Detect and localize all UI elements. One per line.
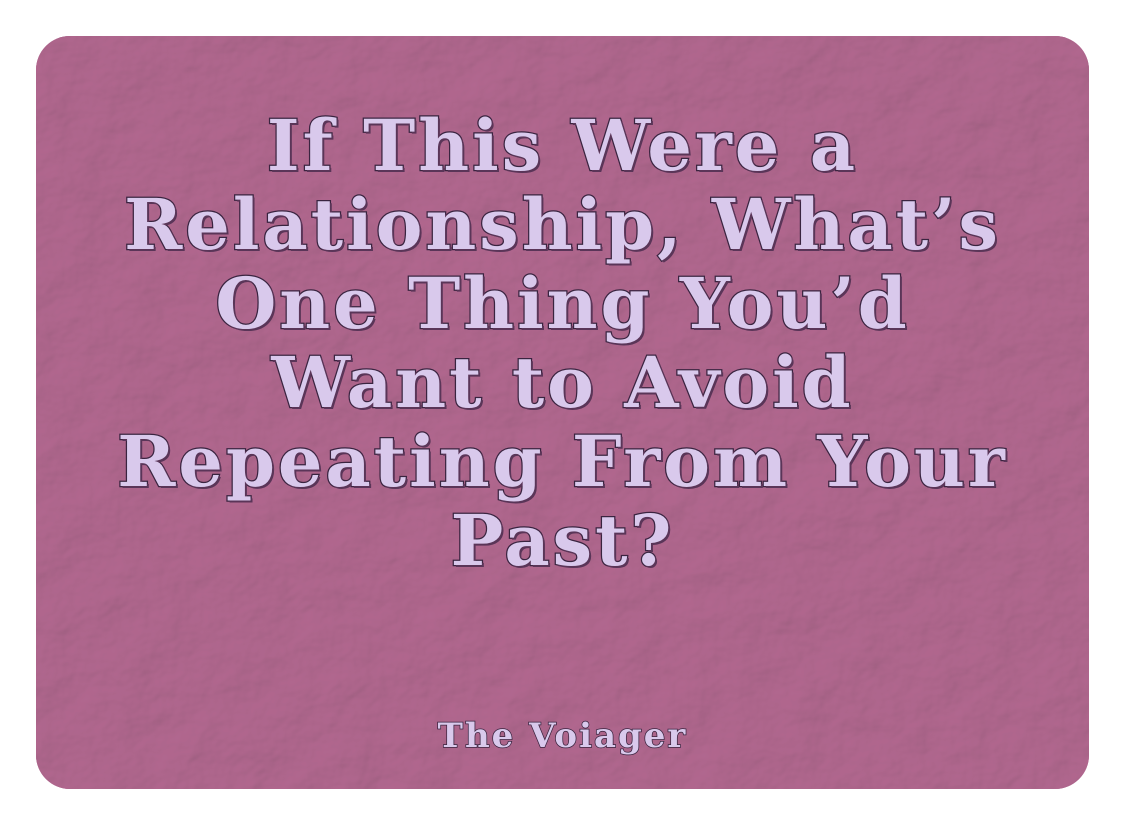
headline: If This Were a Relationship, What’s One … [56, 104, 1069, 582]
quote-card: If This Were a Relationship, What’s One … [36, 36, 1089, 789]
headline-line-6: Past? [449, 499, 675, 582]
headline-line-4: Want to Avoid [270, 341, 854, 424]
headline-line-5: Repeating From Your [116, 420, 1008, 503]
byline: The Voiager [437, 715, 688, 757]
card-content: If This Were a Relationship, What’s One … [36, 36, 1089, 789]
headline-line-3: One Thing You’d [214, 262, 910, 345]
headline-line-2: Relationship, What’s [123, 183, 1001, 266]
headline-line-1: If This Were a [266, 104, 859, 187]
